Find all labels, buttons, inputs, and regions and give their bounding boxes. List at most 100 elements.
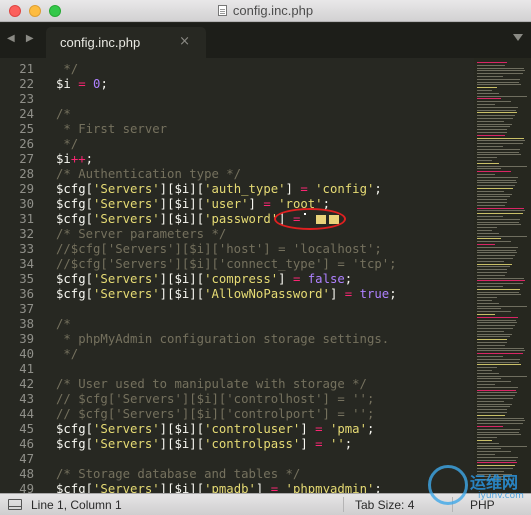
tab-close-icon[interactable]: × (179, 34, 190, 49)
minimap-line (477, 255, 515, 257)
code-line[interactable]: 49 $cfg['Servers'][$i]['pmadb'] = 'phpmya… (0, 482, 397, 493)
minimap-line (477, 283, 523, 285)
code-line[interactable]: 36 $cfg['Servers'][$i]['AllowNoPassword']… (0, 287, 396, 302)
code-line[interactable]: 27 $i++; (0, 152, 397, 167)
minimap-line (477, 221, 519, 223)
minimap-line (477, 190, 504, 192)
minimap-line (477, 291, 519, 293)
minimap[interactable] (474, 58, 531, 493)
code-line[interactable]: 21 */ (0, 62, 397, 77)
code-line[interactable]: 24 /* (0, 107, 397, 122)
cursor-position: Line 1, Column 1 (31, 498, 122, 512)
minimap-line (477, 246, 518, 248)
minimap-line (477, 300, 492, 301)
code-line[interactable]: 29 $cfg['Servers'][$i]['auth_type'] = 'co… (0, 182, 397, 197)
code-line[interactable]: 33 //$cfg['Servers'][$i]['host'] = 'local… (0, 242, 397, 257)
code-token: //$cfg['Servers'][$i]['host'] = 'localho… (56, 242, 382, 256)
minimap-line (477, 157, 497, 159)
tab-nav-arrows-icon[interactable]: ◀ ▶ (7, 33, 38, 44)
code-token: ; (344, 272, 353, 286)
code-line[interactable]: 41 (0, 362, 397, 377)
code-token: ; (374, 182, 382, 196)
code-token: 'Servers' (93, 182, 160, 196)
title-bar: config.inc.php (0, 0, 531, 22)
minimap-line (477, 227, 497, 229)
line-number: 46 (19, 437, 34, 451)
code-token: 'pmadb' (204, 482, 256, 493)
code-line[interactable]: 28 /* Authentication type */ (0, 167, 397, 182)
minimap-line (477, 238, 501, 240)
code-line[interactable]: 32 /* Server parameters */ (0, 227, 397, 242)
minimap-line (477, 165, 527, 167)
code-line[interactable]: 47 (0, 452, 397, 467)
minimap-line (477, 258, 513, 259)
line-number: 43 (19, 392, 34, 406)
minimap-line (477, 168, 501, 170)
minimap-line (477, 87, 497, 89)
minimap-line (477, 395, 515, 397)
minimap-line (477, 398, 513, 399)
code-line[interactable]: 42 /* User used to manipulate with storag… (0, 377, 397, 392)
minimap-line (477, 445, 527, 447)
minimap-line (477, 76, 503, 77)
code-line[interactable]: 34 //$cfg['Servers'][$i]['connect_type'] … (0, 257, 397, 272)
minimap-line (477, 118, 513, 119)
code-token: 'controluser' (204, 422, 301, 436)
code-line[interactable]: 26 */ (0, 137, 397, 152)
code-line[interactable]: 37 (0, 302, 397, 317)
minimap-line (477, 218, 520, 220)
minimap-line (477, 202, 507, 203)
minimap-line (477, 174, 495, 175)
code-token: ; (85, 152, 94, 166)
code-line[interactable]: 38 /* (0, 317, 397, 332)
line-number: 42 (19, 377, 34, 391)
line-number: 34 (19, 257, 34, 271)
line-number: 49 (19, 482, 34, 493)
line-number: 21 (19, 62, 34, 76)
minimap-line (477, 67, 524, 69)
minimap-line (477, 98, 501, 100)
code-line[interactable]: 22 $i = 0; (0, 77, 397, 92)
line-number: 40 (19, 347, 34, 361)
minimap-line (477, 378, 501, 380)
minimap-line (477, 420, 525, 422)
minimap-line (477, 185, 515, 187)
code-line[interactable]: 40 */ (0, 347, 397, 362)
code-editor[interactable]: 21 */22 $i = 0; 23 24/* 25 * First server 26 … (0, 58, 531, 493)
code-token: /* User used to manipulate with storage … (56, 377, 367, 391)
minimap-line (477, 406, 510, 408)
watermark-subtext: iyunv.com (478, 491, 524, 501)
tab-size-selector[interactable]: Tab Size: 4 (355, 498, 414, 512)
code-line[interactable]: 48 /* Storage database and tables */ (0, 467, 397, 482)
code-token: */ (56, 137, 79, 151)
code-line[interactable]: 44 // $cfg['Servers'][$i]['controlport'] … (0, 407, 397, 422)
code-line[interactable]: 45 $cfg['Servers'][$i]['controluser'] = '… (0, 422, 397, 437)
code-line[interactable]: 39 * phpMyAdmin configuration storage se… (0, 332, 397, 347)
line-number: 26 (19, 137, 34, 151)
code-token: = (315, 422, 323, 436)
code-line[interactable]: 46 $cfg['Servers'][$i]['controlpass'] = '… (0, 437, 397, 452)
code-line[interactable]: 35 $cfg['Servers'][$i]['compress'] = fals… (0, 272, 397, 287)
code-lines[interactable]: 21 */22 $i = 0; 23 24/* 25 * First server 26 … (0, 62, 397, 493)
minimap-line (477, 319, 516, 321)
tab-list-dropdown-icon[interactable] (513, 34, 523, 41)
code-line[interactable]: 30 $cfg['Servers'][$i]['user'] = 'root'; (0, 197, 397, 212)
code-token: ] (255, 482, 271, 493)
line-number: 44 (19, 407, 34, 421)
code-token: = (315, 437, 323, 451)
minimap-line (477, 207, 524, 209)
minimap-line (477, 277, 524, 279)
tab-config-inc-php[interactable]: config.inc.php × (46, 27, 206, 58)
code-line[interactable]: 23 (0, 92, 397, 107)
code-token: $cfg[ (56, 212, 94, 226)
watermark-logo: 运维网 iyunv.com (428, 463, 531, 509)
code-line[interactable]: 25 * First server (0, 122, 397, 137)
code-token: ][$i][ (159, 182, 205, 196)
code-line[interactable]: 43 // $cfg['Servers'][$i]['controlhost'] … (0, 392, 397, 407)
panel-toggle-icon[interactable] (8, 499, 22, 510)
minimap-line (477, 160, 492, 161)
